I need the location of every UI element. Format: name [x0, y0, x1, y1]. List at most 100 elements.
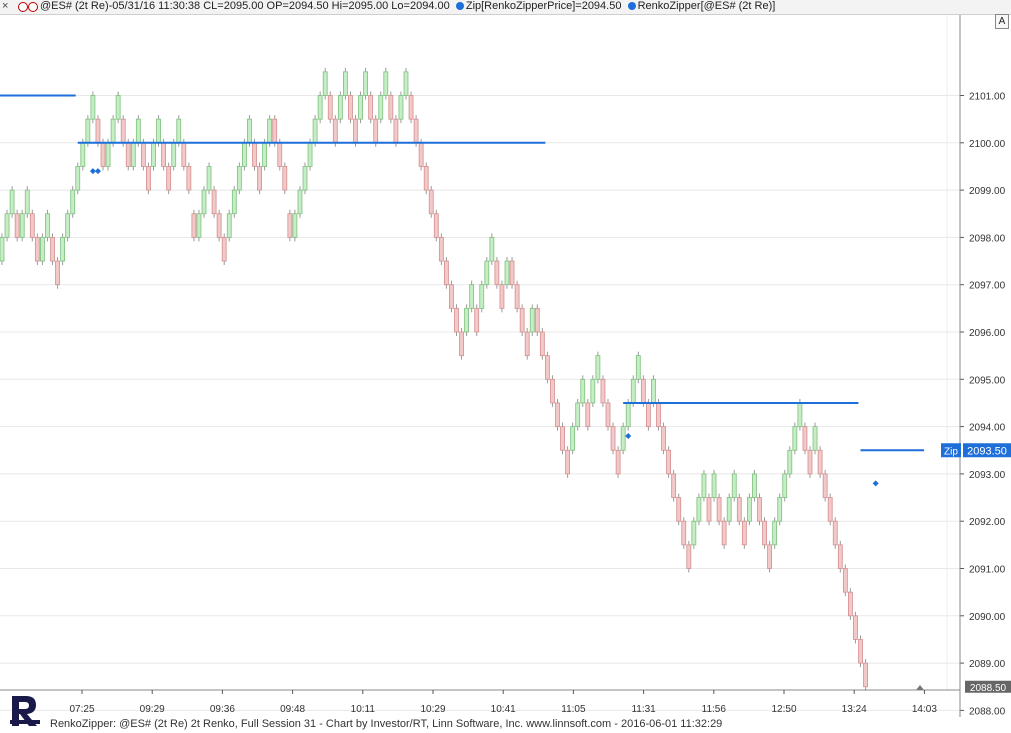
up-brick: [378, 95, 384, 120]
y-tick-label: 2088.00: [969, 706, 1006, 717]
up-brick: [595, 355, 601, 380]
up-brick: [651, 378, 656, 404]
down-brick: [50, 236, 55, 262]
up-brick: [363, 71, 369, 96]
up-brick: [747, 497, 752, 522]
up-brick: [696, 497, 702, 522]
down-brick: [514, 284, 520, 309]
up-brick: [787, 449, 793, 475]
down-brick: [257, 166, 262, 191]
up-brick: [317, 95, 323, 120]
down-brick: [14, 213, 20, 238]
down-brick: [550, 378, 555, 404]
up-brick: [383, 71, 389, 96]
up-brick: [464, 307, 470, 333]
up-brick: [711, 473, 717, 498]
down-brick: [716, 497, 722, 522]
up-brick: [75, 166, 81, 191]
up-brick: [575, 402, 581, 428]
x-tick-label: 09:29: [140, 704, 165, 715]
up-brick: [307, 142, 313, 167]
down-brick: [656, 402, 661, 428]
down-brick: [721, 520, 727, 546]
down-brick: [100, 142, 106, 167]
y-tick-label: 2097.00: [969, 281, 1006, 292]
up-brick: [358, 95, 363, 120]
x-tick-label: 07:25: [69, 704, 94, 715]
down-brick: [166, 166, 172, 191]
down-brick: [373, 118, 379, 144]
up-brick: [342, 71, 348, 96]
down-brick: [615, 449, 621, 475]
up-brick: [469, 284, 475, 309]
down-brick: [353, 118, 358, 144]
autoscale-button[interactable]: A: [995, 14, 1009, 29]
x-tick-label: 10:11: [351, 704, 376, 715]
up-brick: [40, 236, 45, 262]
down-brick: [443, 260, 449, 286]
up-brick: [529, 307, 535, 333]
down-brick: [706, 497, 712, 522]
up-brick: [130, 142, 136, 167]
down-brick: [519, 307, 525, 333]
signal-markers: [89, 168, 879, 487]
last-price-label: 2088.50: [970, 683, 1007, 694]
renko-chart[interactable]: 2101.00 2100.00 2099.00 2098.00 2097.00 2096.…: [0, 0, 1011, 733]
down-brick: [817, 449, 823, 475]
down-brick: [186, 166, 192, 191]
down-brick: [449, 284, 454, 309]
down-brick: [736, 497, 742, 522]
signal-diamond: [625, 433, 632, 440]
down-brick: [686, 544, 692, 569]
up-brick: [312, 118, 318, 144]
y-tick-label: 2093.00: [969, 470, 1006, 481]
down-brick: [95, 118, 101, 144]
down-brick: [539, 331, 545, 357]
signal-diamond: [872, 480, 879, 487]
up-brick: [70, 189, 76, 215]
down-brick: [560, 426, 565, 451]
y-tick-label: 2098.00: [969, 233, 1006, 244]
x-tick-label: 11:56: [702, 704, 727, 715]
down-brick: [388, 95, 394, 120]
down-brick: [418, 142, 424, 167]
down-brick: [29, 213, 35, 238]
up-brick: [797, 402, 803, 428]
down-brick: [640, 378, 646, 404]
up-brick: [80, 142, 86, 167]
down-brick: [853, 615, 858, 640]
zip-value-label: 2093.50: [967, 445, 1007, 457]
up-brick: [302, 166, 308, 191]
up-brick: [297, 189, 303, 215]
down-brick: [332, 118, 338, 144]
down-brick: [413, 118, 419, 144]
down-brick: [565, 449, 570, 475]
up-brick: [479, 284, 485, 309]
down-brick: [277, 142, 283, 167]
y-tick-label: 2091.00: [969, 565, 1006, 576]
up-brick: [691, 520, 697, 546]
down-brick: [762, 520, 767, 546]
up-brick: [403, 71, 409, 96]
down-brick: [610, 426, 616, 451]
up-brick: [701, 473, 707, 498]
up-brick: [105, 142, 111, 167]
up-brick: [206, 166, 212, 191]
down-brick: [499, 284, 505, 309]
down-brick: [252, 142, 257, 167]
down-brick: [545, 355, 550, 380]
up-brick: [322, 71, 328, 96]
up-brick: [4, 213, 10, 238]
up-brick: [772, 520, 778, 546]
down-brick: [605, 402, 611, 428]
down-brick: [393, 118, 399, 144]
signal-diamond: [94, 168, 101, 175]
down-brick: [666, 449, 671, 475]
down-brick: [676, 497, 682, 522]
down-brick: [822, 473, 828, 498]
up-brick: [151, 142, 156, 167]
x-tick-label: 10:41: [491, 704, 516, 715]
up-brick: [398, 95, 404, 120]
down-brick: [807, 449, 813, 475]
up-brick: [110, 118, 116, 144]
